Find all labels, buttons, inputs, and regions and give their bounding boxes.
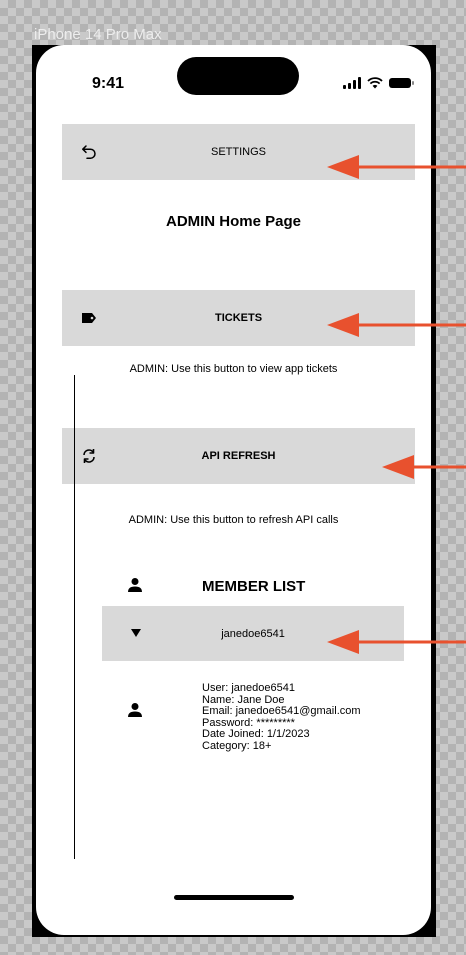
wifi-icon — [367, 77, 383, 89]
api-refresh-label: API REFRESH — [201, 450, 276, 462]
detail-date-joined: Date Joined: 1/1/2023 — [202, 728, 310, 740]
battery-icon — [389, 78, 414, 88]
arrow-to-settings — [327, 155, 466, 179]
page-title: ADMIN Home Page — [165, 213, 302, 230]
signal-icon — [343, 77, 361, 89]
detail-category: Category: 18+ — [202, 739, 272, 752]
detail-user: User: janedoe6541 — [202, 682, 295, 694]
member-list-divider — [74, 375, 75, 859]
home-indicator — [174, 895, 294, 900]
tickets-hint: ADMIN: Use this button to view app ticke… — [129, 363, 338, 375]
status-icons — [343, 75, 414, 91]
arrow-to-member — [327, 630, 466, 654]
api-refresh-button[interactable]: API REFRESH — [62, 428, 415, 484]
arrow-to-api-refresh — [382, 455, 466, 479]
api-refresh-hint: ADMIN: Use this button to refresh API ca… — [128, 514, 339, 526]
member-avatar-icon — [128, 703, 142, 717]
member-list-title: MEMBER LIST — [202, 578, 306, 595]
arrow-to-tickets — [327, 313, 466, 337]
user-icon — [128, 578, 142, 592]
member-details: User: janedoe6541 Name: Jane Doe Email: … — [202, 682, 361, 752]
detail-email: Email: janedoe6541@gmail.com — [202, 705, 361, 717]
dynamic-island — [177, 57, 299, 95]
frame-label: iPhone 14 Pro Max — [34, 26, 162, 43]
status-time: 9:41 — [92, 75, 125, 92]
